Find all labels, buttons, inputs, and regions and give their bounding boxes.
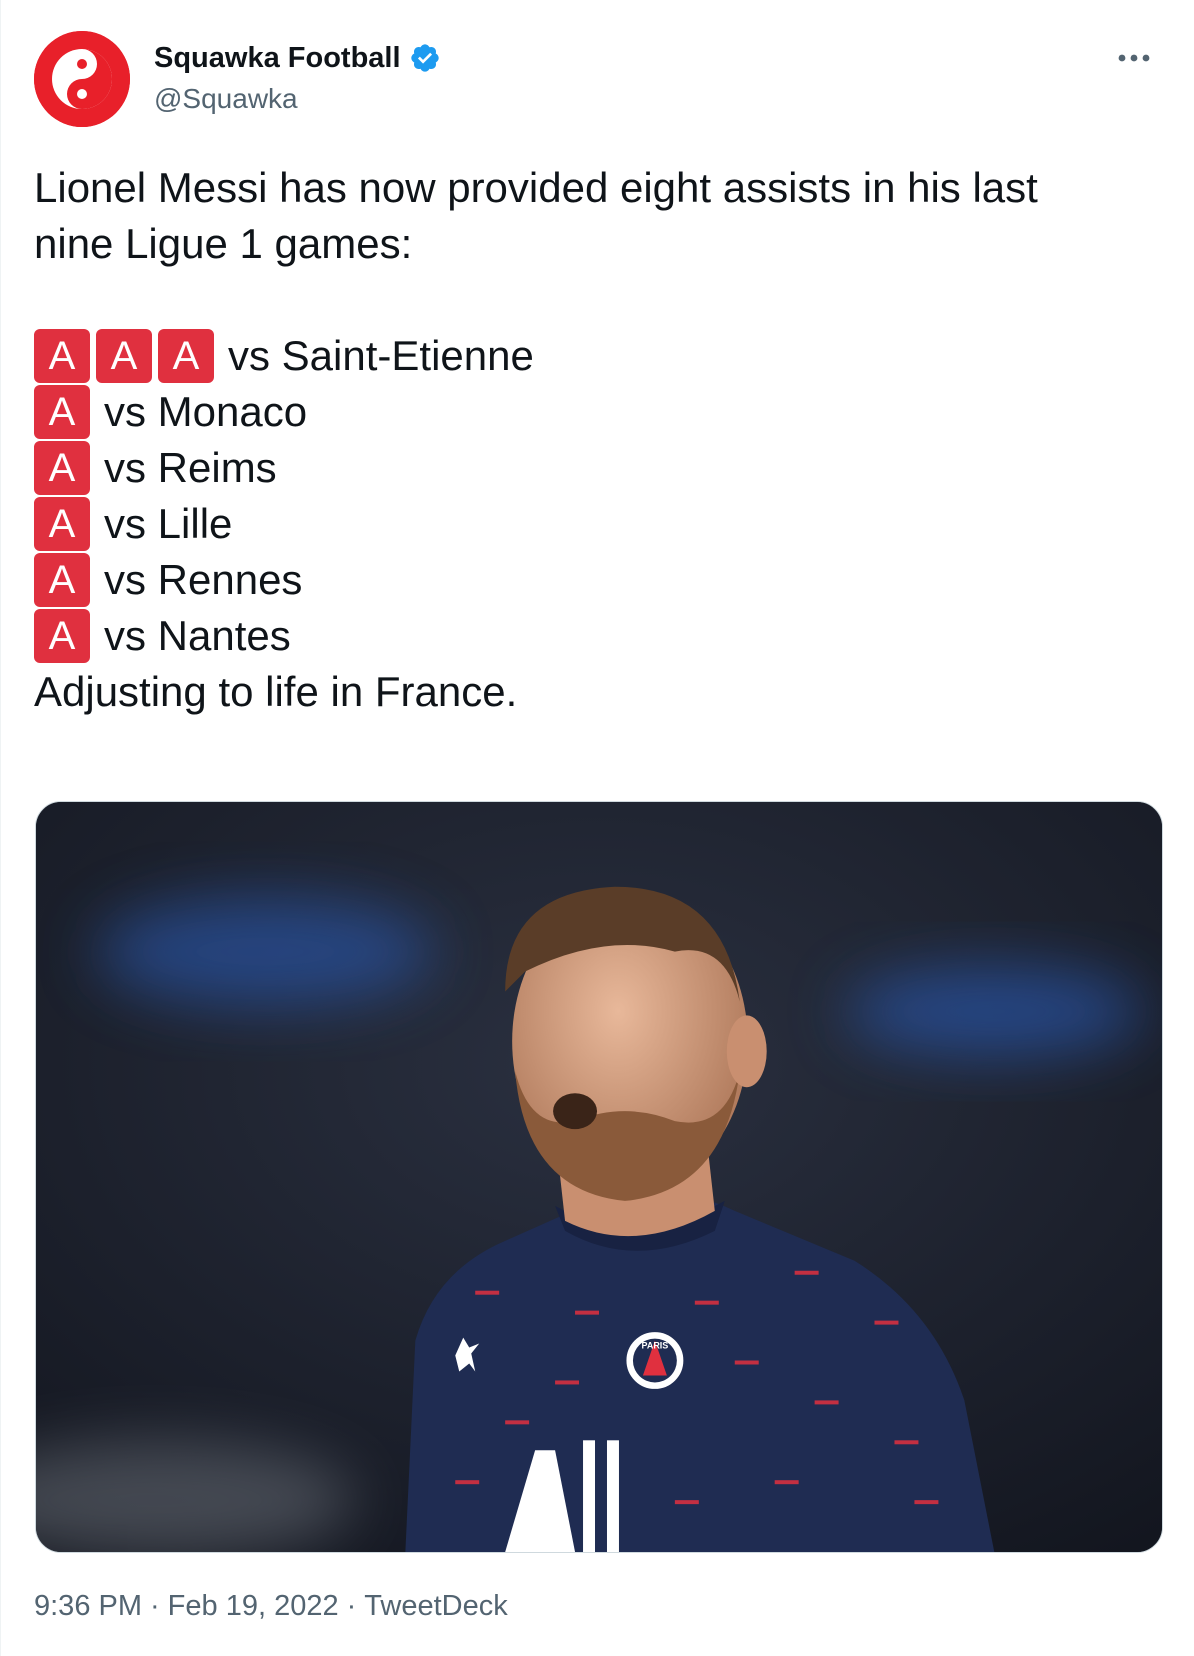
tweet-card: Squawka Football @Squawka Lionel Messi h… [0,0,1194,1656]
assist-line: Avs Monaco [34,384,1164,440]
assist-emoji-icon: A [34,609,90,663]
verified-badge-icon [409,42,441,74]
assist-opponent: vs Rennes [104,556,303,603]
assist-opponent: vs Lille [104,500,233,547]
tweet-time[interactable]: 9:36 PM [34,1590,142,1622]
assist-opponent: vs Reims [104,444,277,491]
assist-line: Avs Reims [34,440,1164,496]
avatar[interactable] [34,31,130,127]
author-display-name[interactable]: Squawka Football [154,40,401,76]
assist-opponent: vs Monaco [104,388,308,435]
assist-badges: A [34,441,96,495]
tweet-date[interactable]: Feb 19, 2022 [168,1590,339,1622]
tweet-text: Lionel Messi has now provided eight assi… [34,160,1164,720]
assist-opponent: vs Nantes [104,612,291,659]
assist-list: A A Avs Saint-Etienne Avs Monaco Avs Reims Av… [34,328,1164,664]
assist-opponent: vs Saint-Etienne [228,332,534,379]
assist-emoji-icon: A [34,497,90,551]
separator-dot: · [346,1590,357,1622]
assist-emoji-icon: A [34,385,90,439]
separator-dot: · [150,1590,160,1622]
assist-emoji-icon: A [34,329,90,383]
assist-emoji-icon: A [34,441,90,495]
assist-line: A A Avs Saint-Etienne [34,328,1164,384]
assist-line: Avs Lille [34,496,1164,552]
assist-badges: A [34,553,96,607]
assist-badges: A [34,385,96,439]
assist-line: Avs Rennes [34,552,1164,608]
tweet-closing-line: Adjusting to life in France. [34,668,518,715]
assist-badges: AAA [34,329,220,383]
tweet-photo[interactable]: PARIS [35,801,1163,1553]
assist-badges: A [34,497,96,551]
jersey-crest-text: PARIS [642,1341,669,1351]
assist-badges: A [34,609,96,663]
tweet-timestamp: 9:36 PM · Feb 19, 2022 · TweetDeck [34,1588,508,1624]
assist-emoji-icon: A [96,329,152,383]
player-photo-image: PARIS [36,802,1162,1552]
author-name-row: Squawka Football [154,40,441,76]
tweet-source[interactable]: TweetDeck [364,1590,507,1622]
squawka-logo-icon [34,31,130,127]
more-options-icon[interactable] [1112,40,1156,76]
tweet-intro-line-2: nine Ligue 1 games: [34,220,413,267]
assist-emoji-icon: A [34,553,90,607]
author-handle[interactable]: @Squawka [154,82,298,116]
tweet-intro-line-1: Lionel Messi has now provided eight assi… [34,164,1038,211]
assist-emoji-icon: A [158,329,214,383]
assist-line: Avs Nantes [34,608,1164,664]
